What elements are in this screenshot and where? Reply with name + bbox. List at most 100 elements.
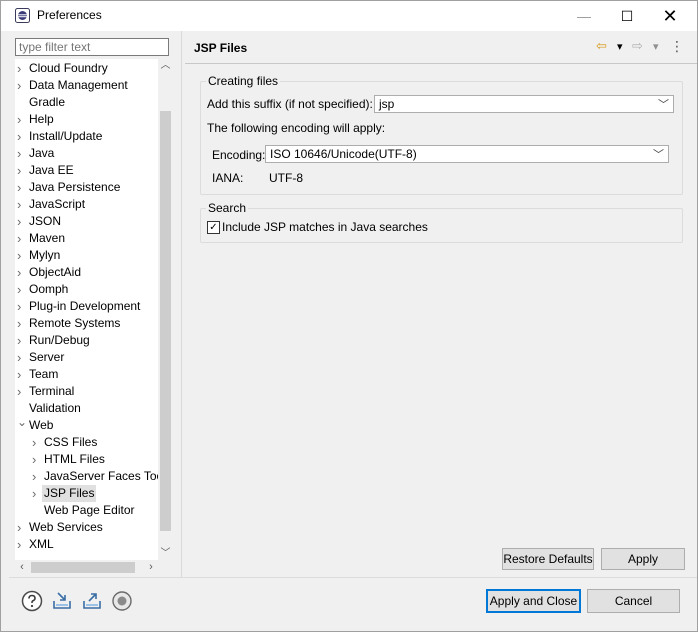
- chevron-right-icon[interactable]: ›: [32, 434, 42, 451]
- tree-item-label: Maven: [29, 231, 66, 245]
- export-icon[interactable]: [81, 590, 103, 612]
- chevron-right-icon[interactable]: ›: [17, 111, 27, 128]
- tree-item-label: Cloud Foundry: [29, 61, 108, 75]
- suffix-combo[interactable]: jsp ﹀: [374, 95, 674, 113]
- include-jsp-checkbox[interactable]: ✓: [207, 221, 220, 234]
- chevron-right-icon[interactable]: ›: [17, 60, 27, 77]
- help-icon[interactable]: [21, 590, 43, 612]
- scroll-thumb[interactable]: [160, 111, 171, 531]
- tree-item-label: Mylyn: [29, 248, 61, 262]
- chevron-right-icon[interactable]: ›: [17, 247, 27, 264]
- footer-separator: [9, 577, 697, 578]
- encoding-combo[interactable]: ISO 10646/Unicode(UTF-8) ﹀: [265, 145, 669, 163]
- window-title: Preferences: [37, 8, 102, 22]
- chevron-right-icon[interactable]: ›: [17, 332, 27, 349]
- tree-horizontal-scrollbar[interactable]: ‹ ›: [15, 560, 158, 575]
- chevron-right-icon[interactable]: ›: [17, 213, 27, 230]
- back-history-dropdown-icon[interactable]: ▾: [617, 40, 623, 60]
- chevron-right-icon[interactable]: ›: [32, 451, 42, 468]
- tree-item-label: CSS Files: [44, 435, 98, 449]
- view-menu-icon[interactable]: ⋮: [670, 38, 684, 58]
- include-jsp-label[interactable]: Include JSP matches in Java searches: [222, 220, 428, 234]
- iana-value: UTF-8: [269, 171, 303, 185]
- apply-button[interactable]: Apply: [601, 548, 685, 570]
- suffix-label: Add this suffix (if not specified):: [207, 97, 373, 111]
- search-group-label: Search: [206, 201, 249, 215]
- tree-item-label: Install/Update: [29, 129, 103, 143]
- chevron-right-icon[interactable]: ›: [17, 128, 27, 145]
- tree-item-label: JSP Files: [42, 485, 97, 502]
- chevron-right-icon[interactable]: ›: [17, 77, 27, 94]
- chevron-right-icon[interactable]: ›: [17, 179, 27, 196]
- chevron-right-icon[interactable]: ›: [17, 298, 27, 315]
- restore-defaults-button[interactable]: Restore Defaults: [502, 548, 594, 570]
- tree-item-label: Oomph: [29, 282, 69, 296]
- iana-label: IANA:: [212, 171, 244, 185]
- chevron-down-icon: ﹀: [653, 149, 664, 161]
- encoding-note: The following encoding will apply:: [207, 121, 386, 135]
- chevron-right-icon[interactable]: ›: [32, 468, 42, 485]
- chevron-down-icon[interactable]: ⌄: [17, 414, 27, 431]
- tree-item-label: Web Services: [29, 520, 103, 534]
- tree-item-label: Remote Systems: [29, 316, 121, 330]
- tree-item-label: Web: [29, 418, 54, 432]
- scroll-down-icon[interactable]: ﹀: [158, 547, 173, 561]
- chevron-right-icon[interactable]: ›: [17, 536, 27, 553]
- tree-vertical-scrollbar[interactable]: ︿ ﹀: [158, 59, 173, 561]
- title-bar: Preferences — ☐ ✕: [1, 1, 697, 31]
- tree-item-label: Gradle: [29, 95, 66, 109]
- chevron-right-icon[interactable]: ›: [17, 383, 27, 400]
- tree-item-label: HTML Files: [44, 452, 105, 466]
- tree-item-label: Java EE: [29, 163, 74, 177]
- chevron-right-icon[interactable]: ›: [17, 264, 27, 281]
- encoding-label: Encoding:: [212, 148, 266, 162]
- filter-input[interactable]: [15, 38, 169, 56]
- chevron-right-icon[interactable]: ›: [17, 349, 27, 366]
- tree-item-label: Team: [29, 367, 59, 381]
- record-icon[interactable]: [111, 590, 133, 612]
- preferences-window: Preferences — ☐ ✕ ›Cloud Foundry›Data Ma…: [0, 0, 698, 632]
- scroll-thumb-horizontal[interactable]: [31, 562, 135, 573]
- chevron-right-icon[interactable]: ›: [32, 485, 42, 502]
- tree-item-label: Java Persistence: [29, 180, 121, 194]
- minimize-button[interactable]: —: [561, 1, 607, 31]
- maximize-icon: ☐: [620, 7, 634, 24]
- chevron-right-icon[interactable]: ›: [17, 145, 27, 162]
- tree-item-label: Plug-in Development: [29, 299, 141, 313]
- preferences-tree-pane: ›Cloud Foundry›Data ManagementGradle›Hel…: [9, 31, 177, 577]
- pane-divider[interactable]: [181, 31, 182, 577]
- page-title: JSP Files: [194, 41, 248, 55]
- checkmark-icon: ✓: [209, 222, 218, 233]
- tree-item-label: Java: [29, 146, 55, 160]
- chevron-right-icon[interactable]: ›: [17, 281, 27, 298]
- tree-item-label: JavaScript: [29, 197, 86, 211]
- creating-files-group-label: Creating files: [206, 74, 281, 88]
- chevron-right-icon[interactable]: ›: [17, 196, 27, 213]
- scroll-right-icon[interactable]: ›: [144, 560, 158, 575]
- tree-item-label: XML: [29, 537, 54, 551]
- tree-item-label: Terminal: [29, 384, 75, 398]
- chevron-right-icon[interactable]: ›: [17, 315, 27, 332]
- minimize-icon: —: [577, 8, 591, 24]
- scroll-left-icon[interactable]: ‹: [15, 560, 29, 575]
- eclipse-app-icon: [15, 8, 30, 23]
- forward-history-dropdown-icon[interactable]: ▾: [653, 40, 659, 60]
- encoding-value: ISO 10646/Unicode(UTF-8): [270, 147, 417, 161]
- chevron-down-icon: ﹀: [658, 99, 669, 111]
- tree-item-label: Web Page Editor: [44, 503, 135, 517]
- tree-item-label: Data Management: [29, 78, 128, 92]
- chevron-right-icon[interactable]: ›: [17, 366, 27, 383]
- tree-item-label: Server: [29, 350, 65, 364]
- chevron-right-icon[interactable]: ›: [17, 162, 27, 179]
- back-arrow-icon[interactable]: ⇦: [596, 38, 607, 58]
- forward-arrow-icon[interactable]: ⇨: [632, 38, 643, 58]
- chevron-right-icon[interactable]: ›: [17, 230, 27, 247]
- scroll-up-icon[interactable]: ︿: [158, 59, 173, 73]
- chevron-right-icon[interactable]: ›: [17, 519, 27, 536]
- cancel-button[interactable]: Cancel: [587, 589, 680, 613]
- header-separator: [185, 63, 697, 64]
- apply-and-close-button[interactable]: Apply and Close: [486, 589, 581, 613]
- close-button[interactable]: ✕: [647, 1, 693, 31]
- maximize-button[interactable]: ☐: [604, 1, 650, 31]
- import-icon[interactable]: [51, 590, 73, 612]
